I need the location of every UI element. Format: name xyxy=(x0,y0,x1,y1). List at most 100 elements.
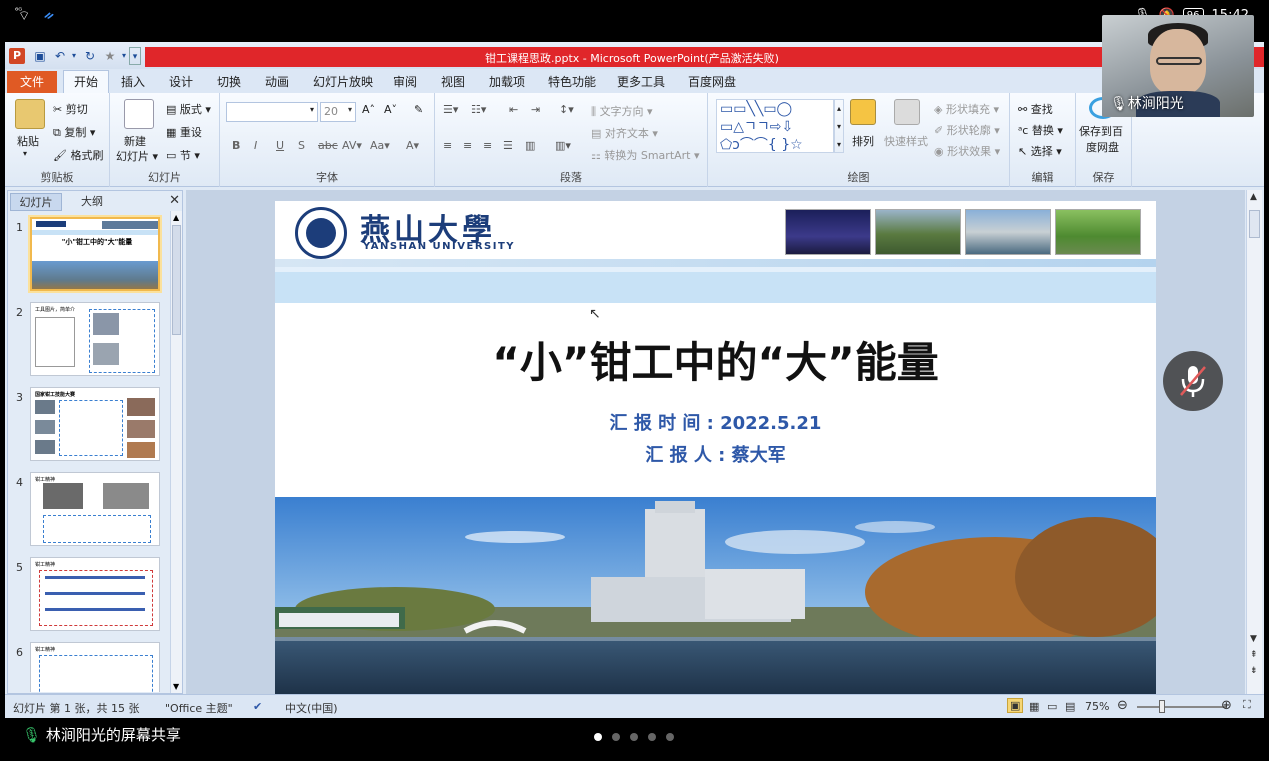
scroll-up-icon[interactable]: ▲ xyxy=(1250,192,1257,202)
fit-to-window-icon[interactable]: ⛶ xyxy=(1243,698,1251,712)
reading-view-icon[interactable]: ▭ xyxy=(1047,700,1057,713)
shape-outline-button[interactable]: ✐ 形状轮廓 ▾ xyxy=(934,122,1000,138)
clear-format-icon[interactable]: ✎ xyxy=(414,103,423,116)
smartart-button[interactable]: ⚏ 转换为 SmartArt ▾ xyxy=(591,147,700,163)
participant-video[interactable]: 🎙林涧阳光 xyxy=(1102,15,1254,117)
tab-review[interactable]: 审阅 xyxy=(393,73,417,90)
scroll-down-icon[interactable]: ▼ xyxy=(1250,634,1257,644)
new-slide-icon[interactable] xyxy=(124,99,154,129)
paste-icon[interactable] xyxy=(15,99,45,129)
mute-microphone-button[interactable] xyxy=(1163,351,1223,411)
tab-slideshow[interactable]: 幻灯片放映 xyxy=(313,73,373,90)
shapes-gallery-scroll[interactable]: ▴ ▾ ▾ xyxy=(834,99,844,153)
char-spacing-icon[interactable]: AV▾ xyxy=(342,139,362,152)
thumbnail-5[interactable]: 5 钳工精神 xyxy=(8,557,168,637)
tab-features[interactable]: 特色功能 xyxy=(548,73,596,90)
scroll-up-icon[interactable]: ▲ xyxy=(173,213,179,222)
spellcheck-icon[interactable]: ✔ xyxy=(253,700,262,713)
page-dot[interactable] xyxy=(612,733,620,741)
font-size-input[interactable]: 20 ▾ xyxy=(320,102,356,122)
zoom-level[interactable]: 75% xyxy=(1085,700,1109,713)
bold-icon[interactable]: B xyxy=(232,139,240,152)
align-left-icon[interactable]: ≡ xyxy=(443,139,452,152)
replace-button[interactable]: ᵃc 替换 ▾ xyxy=(1018,122,1063,138)
normal-view-icon[interactable]: ▣ xyxy=(1007,698,1024,713)
thumbnail-1[interactable]: 1 "小"钳工中的"大"能量 xyxy=(8,217,168,297)
slide-canvas[interactable]: 燕山大學 YANSHAN UNIVERSITY “小”钳工中的“大”能量 汇 报… xyxy=(275,201,1156,694)
change-case-icon[interactable]: Aa▾ xyxy=(370,139,390,152)
thumbnail-2[interactable]: 2 工具图片，简单介 xyxy=(8,302,168,382)
grow-font-icon[interactable]: A˄ xyxy=(362,103,375,116)
new-slide-button[interactable]: 新建 xyxy=(124,133,146,149)
section-button[interactable]: ▭ 节 ▾ xyxy=(166,147,200,163)
quick-styles-button[interactable]: 快速样式 xyxy=(884,133,928,149)
strikethrough-icon[interactable]: abc xyxy=(318,139,338,152)
numbering-icon[interactable]: ☷▾ xyxy=(471,103,486,116)
tab-animations[interactable]: 动画 xyxy=(265,73,289,90)
decrease-indent-icon[interactable]: ⇤ xyxy=(509,103,518,116)
tab-file[interactable]: 文件 xyxy=(7,71,57,93)
paste-button[interactable]: 粘贴 xyxy=(17,133,39,149)
line-spacing-icon[interactable]: ↕▾ xyxy=(559,103,574,116)
copy-button[interactable]: ⧉ 复制 ▾ xyxy=(53,124,95,140)
bullets-icon[interactable]: ☰▾ xyxy=(443,103,458,116)
page-dot[interactable] xyxy=(594,733,602,741)
zoom-slider[interactable] xyxy=(1137,706,1227,708)
redo-icon[interactable]: ↻ xyxy=(81,47,99,65)
language[interactable]: 中文(中国) xyxy=(285,700,338,716)
cut-button[interactable]: ✂ 剪切 xyxy=(53,101,88,117)
customize-quick-access-icon[interactable]: ▾ xyxy=(129,47,141,65)
shapes-gallery[interactable]: ▭▭╲╲▭◯ ▭△ㄱㄱ⇨⇩ ⬠ↄ⌒⌒{ }☆ xyxy=(716,99,834,153)
reset-button[interactable]: ▦ 重设 xyxy=(166,124,202,140)
columns-icon[interactable]: ▥▾ xyxy=(555,139,571,152)
shape-fill-button[interactable]: ◈ 形状填充 ▾ xyxy=(934,101,999,117)
align-text-button[interactable]: ▤ 对齐文本 ▾ xyxy=(591,125,658,141)
page-dot[interactable] xyxy=(666,733,674,741)
zoom-in-icon[interactable]: ⊕ xyxy=(1221,698,1232,713)
tab-transitions[interactable]: 切换 xyxy=(217,73,241,90)
tab-home[interactable]: 开始 xyxy=(63,70,109,94)
shadow-icon[interactable]: S xyxy=(298,139,305,152)
thumbnail-6[interactable]: 6 钳工精神 xyxy=(8,642,168,692)
quick-styles-icon[interactable] xyxy=(894,99,920,125)
paste-dropdown-icon[interactable]: ▾ xyxy=(23,149,27,158)
align-right-icon[interactable]: ≡ xyxy=(483,139,492,152)
tab-view[interactable]: 视图 xyxy=(441,73,465,90)
underline-icon[interactable]: U xyxy=(276,139,284,152)
distribute-icon[interactable]: ▥ xyxy=(525,139,535,152)
new-slide-dropdown[interactable]: 幻灯片 ▾ xyxy=(116,148,158,164)
font-color-icon[interactable]: A▾ xyxy=(406,139,419,152)
save-icon[interactable]: ▣ xyxy=(31,47,49,65)
sorter-view-icon[interactable]: ▦ xyxy=(1029,700,1039,713)
zoom-out-icon[interactable]: ⊖ xyxy=(1117,698,1128,713)
shrink-font-icon[interactable]: A˅ xyxy=(384,103,397,116)
thumbnail-3[interactable]: 3 国家钳工技能大赛 xyxy=(8,387,168,467)
panel-scrollbar[interactable]: ▲ ▼ xyxy=(170,211,182,693)
scroll-down-icon[interactable]: ▼ xyxy=(173,682,179,691)
tab-baidu-netdisk[interactable]: 百度网盘 xyxy=(688,73,736,90)
tab-outline-panel[interactable]: 大纲 xyxy=(66,193,118,211)
panel-scroll-thumb[interactable] xyxy=(172,225,181,335)
select-button[interactable]: ↖ 选择 ▾ xyxy=(1018,143,1062,159)
shape-effects-button[interactable]: ◉ 形状效果 ▾ xyxy=(934,143,1000,159)
format-painter-button[interactable]: 🖌 格式刷 xyxy=(53,147,103,163)
layout-button[interactable]: ▤ 版式 ▾ xyxy=(166,101,211,117)
slideshow-view-icon[interactable]: ▤ xyxy=(1065,700,1075,713)
slide-scroll-thumb[interactable] xyxy=(1249,210,1260,238)
page-dot[interactable] xyxy=(648,733,656,741)
increase-indent-icon[interactable]: ⇥ xyxy=(531,103,540,116)
powerpoint-icon[interactable]: P xyxy=(9,48,25,64)
tab-addins[interactable]: 加载项 xyxy=(489,73,525,90)
align-center-icon[interactable]: ≡ xyxy=(463,139,472,152)
page-dot[interactable] xyxy=(630,733,638,741)
tab-design[interactable]: 设计 xyxy=(169,73,193,90)
text-direction-button[interactable]: ⫼ 文字方向 ▾ xyxy=(591,103,653,119)
close-icon[interactable]: ✕ xyxy=(169,193,180,208)
previous-slide-icon[interactable]: ⇞ xyxy=(1250,650,1258,660)
slide-scrollbar[interactable]: ▲ ▼ ⇞ ⇟ xyxy=(1246,190,1262,694)
tab-insert[interactable]: 插入 xyxy=(121,73,145,90)
thumbnail-4[interactable]: 4 钳工精神 xyxy=(8,472,168,552)
tab-slides-panel[interactable]: 幻灯片 xyxy=(10,193,62,211)
justify-icon[interactable]: ☰ xyxy=(503,139,513,152)
tab-more-tools[interactable]: 更多工具 xyxy=(617,73,665,90)
